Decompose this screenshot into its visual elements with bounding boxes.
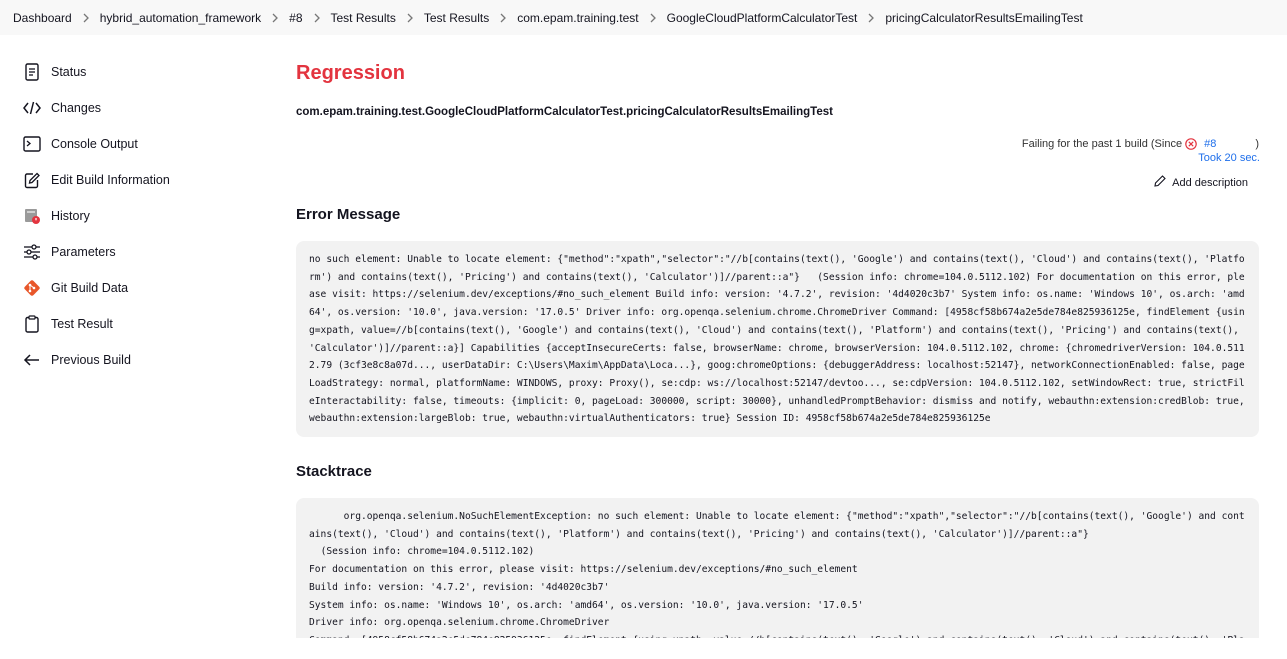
breadcrumb-test-results[interactable]: Test Results bbox=[331, 11, 396, 25]
sidebar-item-label: Console Output bbox=[51, 137, 138, 151]
add-description-button[interactable]: Add description bbox=[999, 175, 1248, 190]
chevron-right-icon bbox=[261, 11, 289, 25]
stacktrace-box: org.openqa.selenium.NoSuchElementExcepti… bbox=[296, 498, 1259, 638]
sidebar-item-parameters[interactable]: Parameters bbox=[22, 234, 262, 270]
build-summary: Failing for the past 1 build (Since #8 )… bbox=[999, 138, 1260, 190]
chevron-right-icon bbox=[72, 11, 100, 25]
main-content: Regression com.epam.training.test.Google… bbox=[296, 54, 1260, 638]
code-icon bbox=[22, 98, 42, 118]
sidebar-item-console-output[interactable]: Console Output bbox=[22, 126, 262, 162]
sidebar-item-label: History bbox=[51, 209, 90, 223]
edit-icon bbox=[22, 170, 42, 190]
arrow-left-icon bbox=[22, 350, 42, 370]
sidebar-item-edit-build-information[interactable]: Edit Build Information bbox=[22, 162, 262, 198]
failing-label: Failing for the past 1 build (Since bbox=[1021, 138, 1183, 150]
breadcrumb-dashboard[interactable]: Dashboard bbox=[13, 11, 72, 25]
sliders-icon bbox=[22, 242, 42, 262]
breadcrumb: Dashboard hybrid_automation_framework #8… bbox=[0, 0, 1287, 35]
breadcrumb-package[interactable]: com.epam.training.test bbox=[517, 11, 638, 25]
add-description-label: Add description bbox=[1172, 176, 1248, 189]
failed-x-icon bbox=[1185, 138, 1197, 150]
breadcrumb-test-results-2[interactable]: Test Results bbox=[424, 11, 489, 25]
sidebar: Status Changes Console Output Edit Build… bbox=[22, 54, 262, 378]
terminal-icon bbox=[22, 134, 42, 154]
sidebar-item-label: Parameters bbox=[51, 245, 116, 259]
sidebar-item-label: Changes bbox=[51, 101, 102, 115]
sidebar-item-label: Git Build Data bbox=[51, 281, 129, 295]
failing-status: Failing for the past 1 build (Since #8 ) bbox=[999, 138, 1259, 150]
sidebar-item-status[interactable]: Status bbox=[22, 54, 262, 90]
notepad-icon bbox=[22, 62, 42, 82]
chevron-right-icon bbox=[857, 11, 885, 25]
page-title: Regression bbox=[296, 62, 405, 84]
sidebar-item-label: Test Result bbox=[51, 317, 113, 331]
breadcrumb-class[interactable]: GoogleCloudPlatformCalculatorTest bbox=[667, 11, 858, 25]
chevron-right-icon bbox=[303, 11, 331, 25]
sidebar-item-label: Edit Build Information bbox=[51, 173, 170, 187]
sidebar-item-label: Status bbox=[51, 65, 87, 79]
sidebar-item-history[interactable]: History bbox=[22, 198, 262, 234]
clipboard-icon bbox=[22, 314, 42, 334]
breadcrumb-build[interactable]: #8 bbox=[289, 11, 302, 25]
sidebar-item-label: Previous Build bbox=[51, 353, 131, 367]
pencil-icon bbox=[1154, 175, 1166, 190]
test-name: com.epam.training.test.GoogleCloudPlatfo… bbox=[296, 106, 833, 118]
chevron-right-icon bbox=[396, 11, 424, 25]
chevron-right-icon bbox=[639, 11, 667, 25]
sidebar-item-changes[interactable]: Changes bbox=[22, 90, 262, 126]
sidebar-item-previous-build[interactable]: Previous Build bbox=[22, 342, 262, 378]
chevron-right-icon bbox=[489, 11, 517, 25]
breadcrumb-job[interactable]: hybrid_automation_framework bbox=[100, 11, 261, 25]
duration-link[interactable]: Took 20 sec. bbox=[999, 152, 1260, 164]
breadcrumb-test[interactable]: pricingCalculatorResultsEmailingTest bbox=[885, 11, 1082, 25]
error-message-title: Error Message bbox=[296, 206, 401, 223]
history-icon bbox=[22, 206, 42, 226]
git-icon bbox=[22, 278, 42, 298]
stacktrace-title: Stacktrace bbox=[296, 463, 372, 480]
failing-build-link[interactable]: #8 bbox=[1204, 138, 1216, 150]
error-message-box: no such element: Unable to locate elemen… bbox=[296, 241, 1259, 437]
sidebar-item-git-build-data[interactable]: Git Build Data bbox=[22, 270, 262, 306]
failing-suffix: ) bbox=[1255, 138, 1259, 150]
sidebar-item-test-result[interactable]: Test Result bbox=[22, 306, 262, 342]
